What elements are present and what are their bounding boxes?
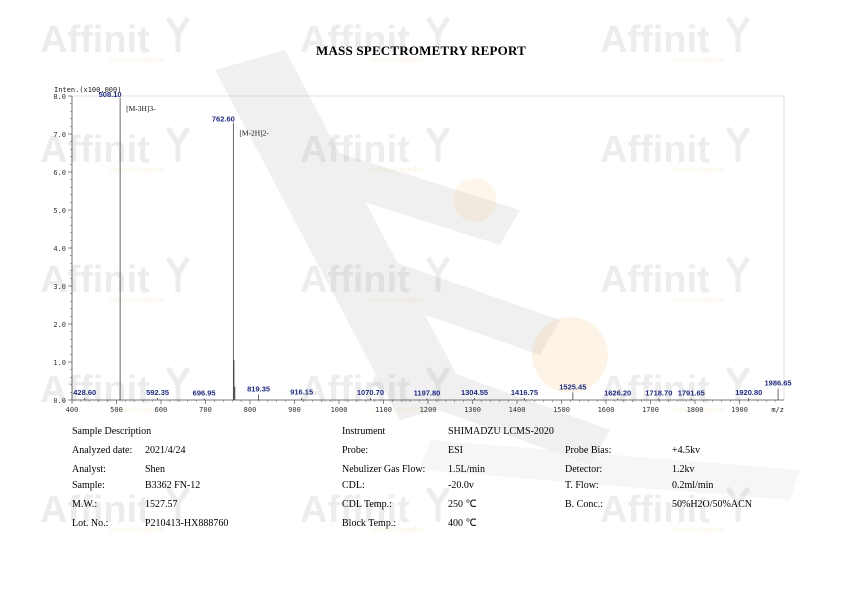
block-temp-value: 400 ℃ [448,518,477,529]
peak-label: 762.60 [212,115,235,124]
analyzed-date-value: 2021/4/24 [145,445,186,456]
probe-bias-label: Probe Bias: [565,445,612,456]
x-tick-label: 700 [199,406,212,414]
peak-label: 1197.80 [414,388,441,397]
mass-spectrum-chart: 0.0 1.0 2.0 3.0 4.0 5.0 6.0 7.0 8.0 400 500 600 700 8… [53,86,791,414]
x-tick-label: 1500 [553,406,570,414]
peak-label: 1718.70 [645,388,672,397]
y-tick-label: 8.0 [53,93,66,101]
y-tick-label: 4.0 [53,245,66,253]
peak-label: 819.35 [247,384,270,393]
sample-value: B3362 FN-12 [145,480,201,491]
x-tick-label: 1300 [464,406,481,414]
peak-label: 1525.45 [559,382,586,391]
watermark-y-mark [425,486,451,522]
cdl-temp-label: CDL Temp.: [342,499,392,510]
x-tick-label: 900 [288,406,301,414]
analyst-value: Shen [145,464,165,475]
lot-label: Lot. No.: [72,518,109,529]
cdl-label: CDL: [342,480,365,491]
y-tick-label: 3.0 [53,283,66,291]
x-tick-label: 400 [66,406,79,414]
mw-value: 1527.57 [145,499,178,510]
bconc-value: 50%H2O/50%ACN [672,499,752,510]
peak-label: 508.10 [99,90,122,99]
cdl-value: -20.0v [448,480,474,491]
peak-label: 1791.65 [678,388,705,397]
x-tick-label: 800 [244,406,257,414]
peak-label: 1986.65 [764,379,791,388]
sample-label: Sample: [72,480,105,491]
watermark-tagline: research together [670,527,726,534]
instrument-value: SHIMADZU LCMS-2020 [448,426,554,437]
report-title: MASS SPECTROMETRY REPORT [316,43,526,58]
y-tick-label: 2.0 [53,321,66,329]
detector-label: Detector: [565,464,603,475]
peak-label: 592.35 [146,388,169,397]
peak-label: 696.95 [193,388,216,397]
peak-label: 1070.70 [357,388,384,397]
mw-label: M.W.: [72,499,98,510]
y-tick-label: 6.0 [53,169,66,177]
x-axis-title: m/z [771,406,784,414]
peak-annotation: [M-3H]3- [126,104,156,113]
probe-label: Probe: [342,445,369,456]
block-temp-label: Block Temp.: [342,518,397,529]
plot-frame [71,95,785,401]
peak-label: 1304.55 [461,388,488,397]
peak-label: 1920.80 [735,388,762,397]
peak-annotation: [M-2H]2- [239,129,269,138]
analyzed-date-label: Analyzed date: [72,445,133,456]
nebulizer-label: Nebulizer Gas Flow: [342,464,426,475]
y-tick-label: 5.0 [53,207,66,215]
y-tick-label: 1.0 [53,359,66,367]
x-tick-label: 1000 [331,406,348,414]
x-tick-label: 1600 [598,406,615,414]
cdl-temp-value: 250 ℃ [448,499,477,510]
analyst-label: Analyst: [72,464,106,475]
tflow-label: T. Flow: [565,480,599,491]
lot-value: P210413-HX888760 [145,518,229,529]
peak-label: 1416.75 [511,388,538,397]
instrument-label: Instrument [342,426,386,437]
probe-value: ESI [448,445,463,456]
nebulizer-value: 1.5L/min [448,464,485,475]
x-tick-label: 600 [155,406,168,414]
x-tick-label: 1100 [375,406,392,414]
x-tick-label: 1700 [642,406,659,414]
tflow-value: 0.2ml/min [672,480,714,491]
x-tick-label: 1200 [420,406,437,414]
probe-bias-value: +4.5kv [672,445,701,456]
bconc-label: B. Conc.: [565,499,604,510]
detector-value: 1.2kv [672,464,695,475]
y-tick-label: 7.0 [53,131,66,139]
y-tick-label: 0.0 [53,397,66,405]
peak-label: 916.15 [290,388,313,397]
watermark-tile-14: Affinitresearch together [600,486,751,534]
sample-description-label: Sample Description [72,426,152,437]
x-tick-label: 1400 [509,406,526,414]
peak-label: 1626.20 [604,388,631,397]
x-tick-label: 500 [110,406,123,414]
x-tick-label: 1800 [687,406,704,414]
x-tick-label: 1900 [731,406,748,414]
peak-label: 428.60 [73,388,96,397]
